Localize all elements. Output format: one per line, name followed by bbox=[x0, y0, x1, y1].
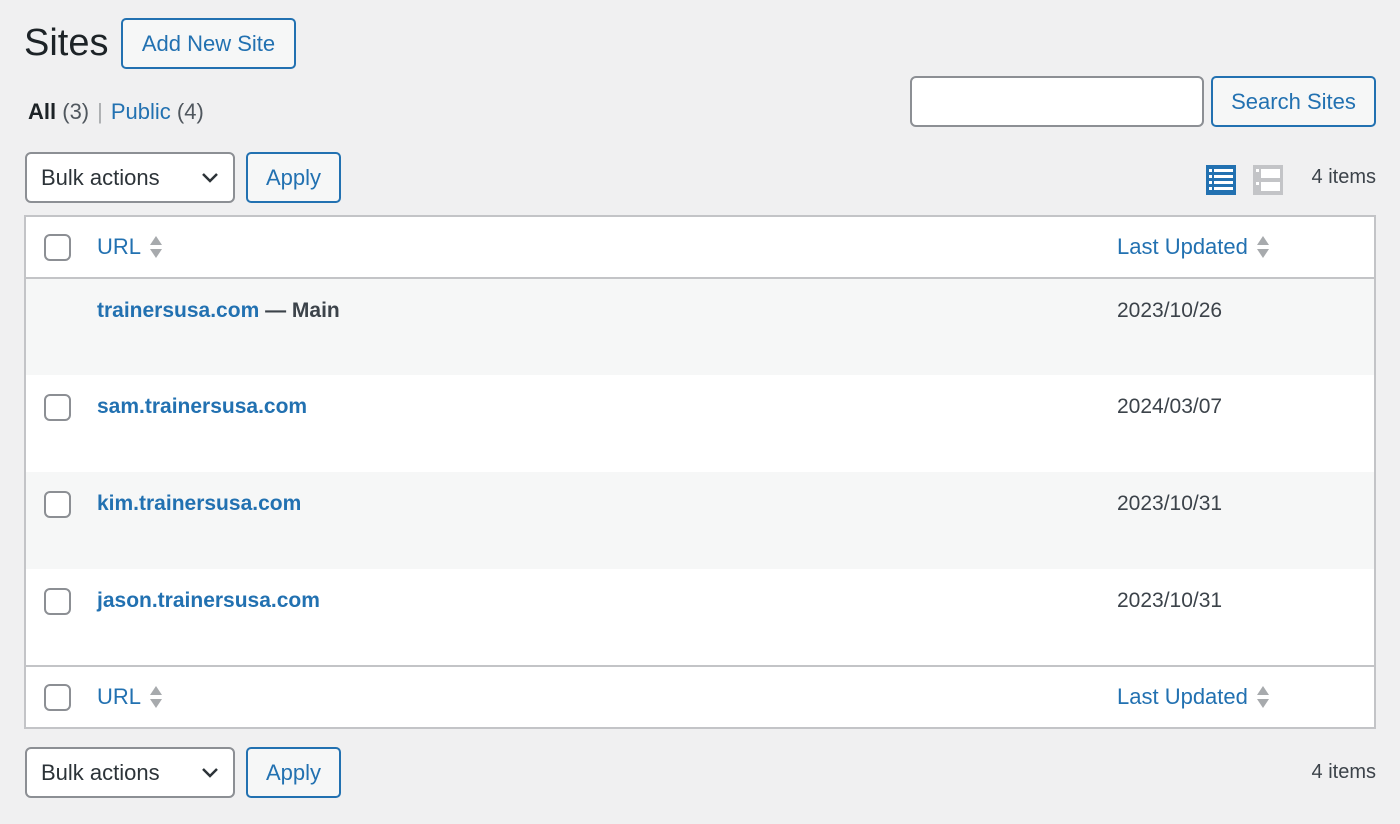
excerpt-view-icon[interactable] bbox=[1252, 164, 1284, 196]
items-count-bottom: 4 items bbox=[1311, 761, 1376, 783]
site-url-link[interactable]: kim.trainersusa.com bbox=[97, 492, 301, 515]
table-row: trainersusa.com — Main 2023/10/26 bbox=[25, 278, 1375, 375]
sort-last-updated-link-footer[interactable]: Last Updated bbox=[1117, 684, 1270, 710]
sort-url-link[interactable]: URL bbox=[97, 234, 163, 260]
table-row: sam.trainersusa.com 2024/03/07 bbox=[25, 375, 1375, 472]
table-row: jason.trainersusa.com 2023/10/31 bbox=[25, 569, 1375, 666]
url-column-label: URL bbox=[97, 234, 142, 259]
sort-last-updated-link[interactable]: Last Updated bbox=[1117, 234, 1270, 260]
table-header-row: URL Last Updated bbox=[25, 216, 1375, 278]
select-all-checkbox[interactable] bbox=[44, 233, 71, 261]
bulk-actions-select-bottom[interactable]: Bulk actions bbox=[25, 747, 235, 798]
last-updated-date: 2023/10/31 bbox=[1117, 589, 1223, 612]
row-checkbox[interactable] bbox=[44, 588, 71, 615]
row-checkbox[interactable] bbox=[44, 491, 71, 518]
table-row: kim.trainersusa.com 2023/10/31 bbox=[25, 472, 1375, 569]
url-column-label: URL bbox=[97, 684, 142, 709]
add-new-site-button[interactable]: Add New Site bbox=[121, 18, 296, 69]
view-public-count: (4) bbox=[176, 99, 204, 124]
search-sites-button[interactable]: Search Sites bbox=[1211, 76, 1376, 127]
site-url-link[interactable]: trainersusa.com bbox=[97, 299, 259, 322]
apply-button-bottom[interactable]: Apply bbox=[246, 747, 341, 798]
sort-arrows-icon bbox=[150, 686, 163, 708]
items-count-top: 4 items bbox=[1311, 166, 1376, 188]
list-view-icon[interactable] bbox=[1205, 164, 1237, 196]
views-separator: | bbox=[97, 99, 103, 124]
last-updated-date: 2024/03/07 bbox=[1117, 395, 1223, 418]
view-filters: All (3) | Public (4) bbox=[28, 99, 204, 125]
table-footer-row: URL Last Updated bbox=[25, 666, 1375, 728]
last-updated-date: 2023/10/31 bbox=[1117, 492, 1223, 515]
main-site-label: — Main bbox=[265, 299, 340, 322]
view-all-count: (3) bbox=[62, 99, 90, 124]
sites-table: URL Last Updated trainersusa.com — Main … bbox=[24, 215, 1376, 729]
sort-arrows-icon bbox=[1256, 686, 1269, 708]
select-all-checkbox-footer[interactable] bbox=[44, 683, 71, 711]
bulk-actions-value: Bulk actions bbox=[41, 759, 160, 785]
page-title: Sites bbox=[24, 22, 109, 64]
view-public[interactable]: Public bbox=[111, 99, 171, 124]
sort-arrows-icon bbox=[150, 236, 163, 258]
bulk-actions-value: Bulk actions bbox=[41, 164, 160, 190]
row-checkbox[interactable] bbox=[44, 394, 71, 421]
chevron-down-icon bbox=[202, 173, 218, 183]
last-updated-column-label: Last Updated bbox=[1117, 234, 1248, 259]
bulk-actions-select-top[interactable]: Bulk actions bbox=[25, 152, 235, 203]
view-all[interactable]: All bbox=[28, 99, 56, 124]
search-input[interactable] bbox=[910, 76, 1204, 127]
chevron-down-icon bbox=[202, 768, 218, 778]
last-updated-column-label: Last Updated bbox=[1117, 684, 1248, 709]
site-url-link[interactable]: sam.trainersusa.com bbox=[97, 395, 307, 418]
site-url-link[interactable]: jason.trainersusa.com bbox=[97, 589, 320, 612]
sort-url-link-footer[interactable]: URL bbox=[97, 684, 163, 710]
sort-arrows-icon bbox=[1256, 236, 1269, 258]
last-updated-date: 2023/10/26 bbox=[1117, 299, 1223, 322]
apply-button-top[interactable]: Apply bbox=[246, 152, 341, 203]
